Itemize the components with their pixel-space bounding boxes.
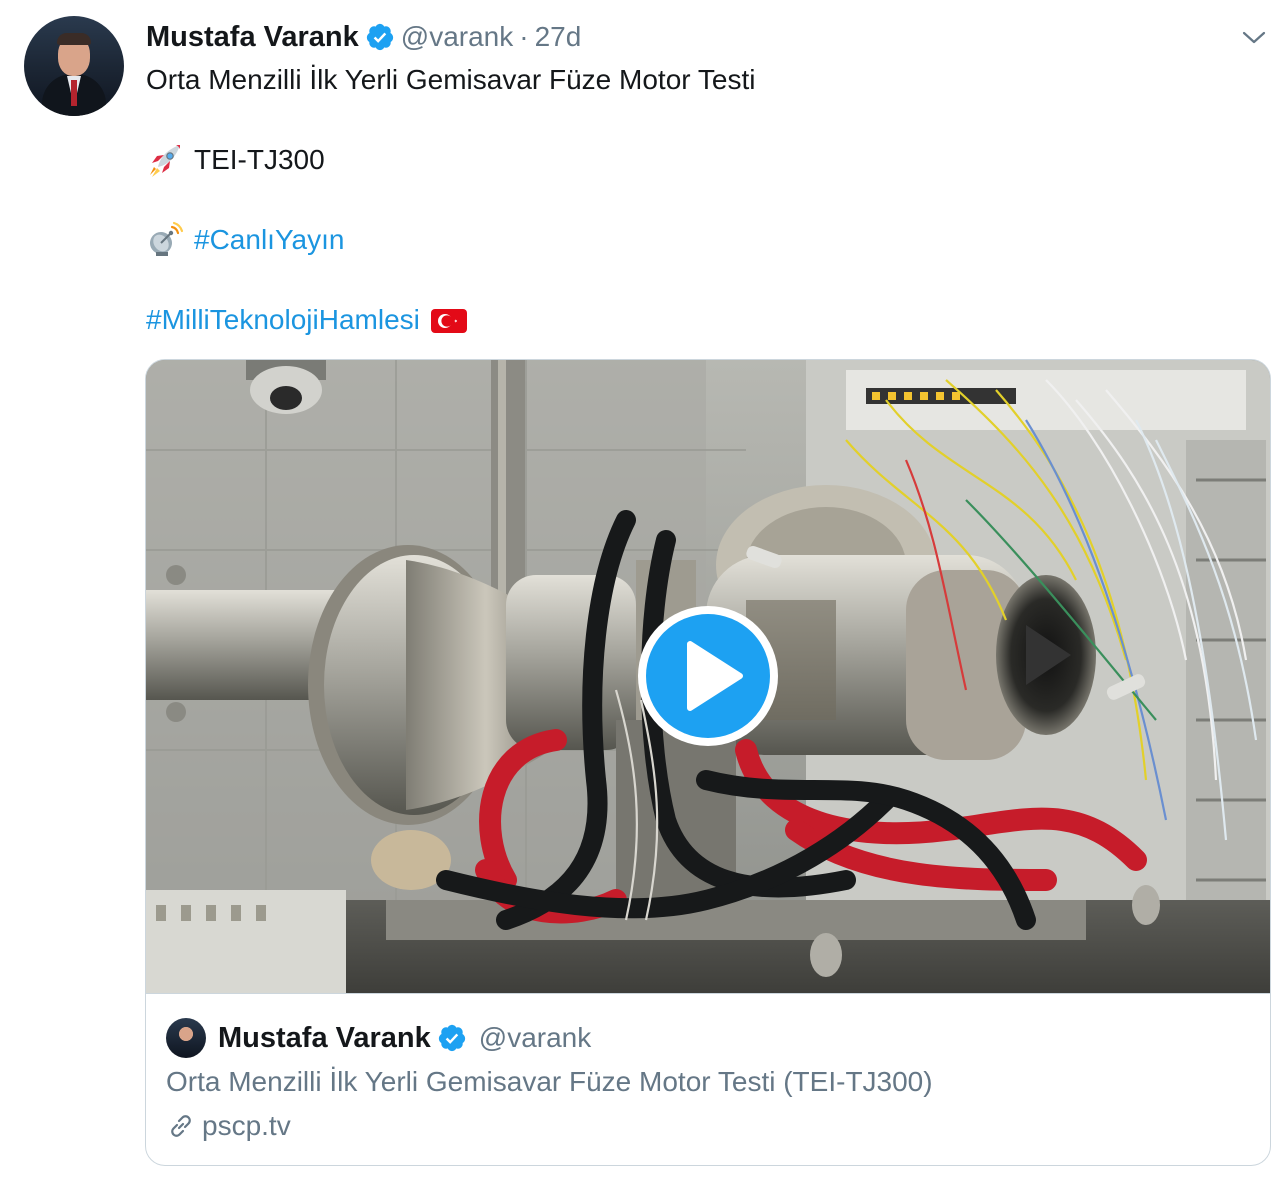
author-avatar[interactable] bbox=[24, 16, 124, 116]
avatar-tie bbox=[71, 80, 77, 106]
tweet-live-line: #CanlıYayın bbox=[146, 220, 1256, 260]
play-button[interactable] bbox=[634, 602, 782, 750]
link-preview-card[interactable]: Mustafa Varank @varank Orta Menzilli İlk… bbox=[145, 359, 1271, 1166]
tweet-timestamp[interactable]: 27d bbox=[535, 21, 582, 53]
tweet-product-text: TEI-TJ300 bbox=[194, 144, 325, 175]
tweet-hashtag-line: #MilliTeknolojiHamlesi bbox=[146, 300, 1256, 340]
card-author-name: Mustafa Varank bbox=[218, 1021, 431, 1054]
live-hashtag-link[interactable]: #CanlıYayın bbox=[194, 220, 344, 260]
tweet-title-line: Orta Menzilli İlk Yerli Gemisavar Füze M… bbox=[146, 60, 1256, 100]
card-footer[interactable]: Mustafa Varank @varank Orta Menzilli İlk… bbox=[146, 993, 1270, 1165]
avatar-hair bbox=[57, 33, 91, 45]
video-thumbnail[interactable] bbox=[146, 360, 1270, 993]
header-separator: · bbox=[519, 21, 529, 52]
tweet-title-text: Orta Menzilli İlk Yerli Gemisavar Füze M… bbox=[146, 64, 756, 95]
card-verified-badge-icon bbox=[437, 1023, 467, 1053]
author-handle[interactable]: @varank bbox=[401, 21, 513, 53]
card-author-header: Mustafa Varank @varank bbox=[218, 1018, 591, 1058]
author-name[interactable]: Mustafa Varank bbox=[146, 21, 359, 54]
rocket-emoji-icon bbox=[146, 141, 184, 179]
link-chain-icon bbox=[166, 1111, 196, 1141]
card-description: Orta Menzilli İlk Yerli Gemisavar Füze M… bbox=[166, 1066, 933, 1097]
card-link[interactable]: pscp.tv bbox=[166, 1106, 291, 1146]
satellite-antenna-icon bbox=[146, 221, 184, 259]
tweet-product-line: TEI-TJ300 bbox=[146, 140, 1256, 180]
chevron-down-icon[interactable] bbox=[1239, 22, 1269, 52]
card-author-handle: @varank bbox=[478, 1022, 592, 1053]
play-icon bbox=[638, 606, 778, 746]
card-author-avatar bbox=[166, 1018, 206, 1058]
turkey-flag-icon bbox=[430, 301, 468, 339]
card-domain[interactable]: pscp.tv bbox=[202, 1106, 291, 1146]
tweet-header: Mustafa Varank @varank · 27d bbox=[146, 18, 581, 56]
tweet-body: Orta Menzilli İlk Yerli Gemisavar Füze M… bbox=[146, 60, 1256, 340]
tech-hashtag-link[interactable]: #MilliTeknolojiHamlesi bbox=[146, 300, 420, 340]
verified-badge-icon bbox=[365, 22, 395, 52]
